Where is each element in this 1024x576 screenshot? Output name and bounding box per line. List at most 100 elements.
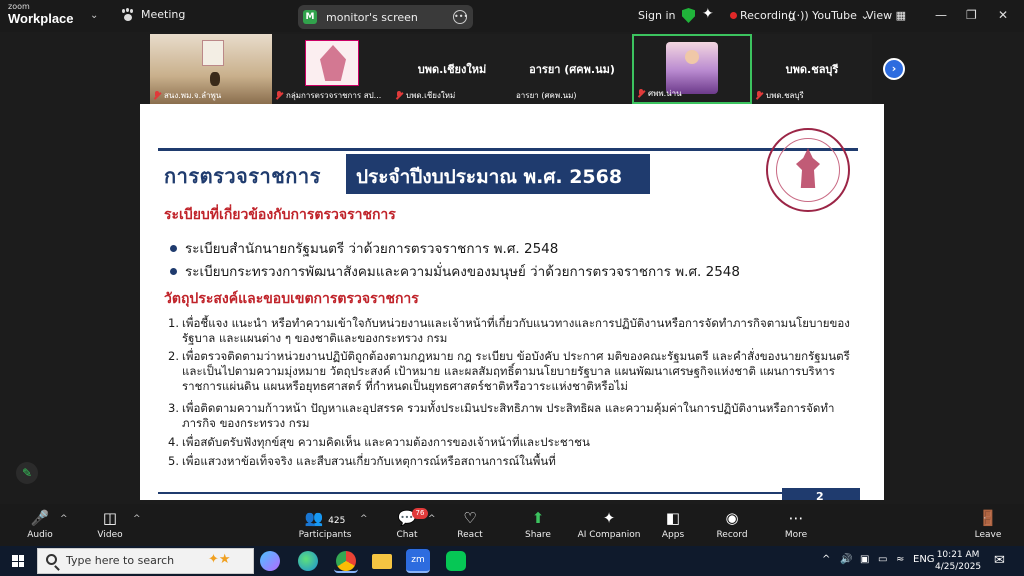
participant-tile[interactable]: อารยา (ศคพ.นม) อารยา (ศคพ.นม) <box>512 34 632 104</box>
chrome-logo <box>336 551 356 571</box>
audio-button[interactable]: 🎤 Audio <box>22 508 58 540</box>
avatar <box>305 40 359 86</box>
record-button[interactable]: ◉ Record <box>714 508 750 540</box>
minimize-icon[interactable]: — <box>935 8 947 22</box>
leave-label: Leave <box>974 530 1002 540</box>
view-label: View <box>866 9 893 22</box>
windows-start-icon[interactable] <box>12 555 24 567</box>
muted-mic-icon <box>396 91 403 100</box>
youtube-livestream-button[interactable]: ((·)) YouTube ⌄ <box>788 9 870 22</box>
security-shield-icon[interactable] <box>682 8 695 23</box>
camera-icon: ◫ <box>102 509 118 527</box>
taskbar-search-input[interactable]: Type here to search ✦★ <box>37 548 254 574</box>
more-button[interactable]: ⋯ More <box>778 508 814 540</box>
participant-name: กลุ่มการตรวจราชการ สป... <box>276 89 381 102</box>
leave-button[interactable]: 🚪 Leave <box>970 508 1006 540</box>
objective-number: 2. <box>168 349 179 363</box>
sign-in-link[interactable]: Sign in <box>638 9 676 22</box>
participant-tile[interactable]: สนง.พม.จ.ลำพูน <box>150 34 272 104</box>
apps-icon: ◧ <box>665 509 681 527</box>
react-button[interactable]: ♡ React <box>452 508 488 540</box>
file-explorer-icon[interactable] <box>370 549 394 573</box>
clock-date: 4/25/2025 <box>935 562 982 572</box>
chevron-down-icon[interactable]: ⌄ <box>90 10 98 21</box>
line-app-icon[interactable] <box>444 549 468 573</box>
participants-icon: 👥 425 <box>304 509 346 527</box>
chat-options-caret[interactable]: ^ <box>428 514 436 524</box>
copilot-icon[interactable] <box>260 551 280 571</box>
annotate-pencil-icon[interactable]: ✎ <box>16 462 38 484</box>
participant-display-name: บพด.ชลบุรี <box>785 63 839 76</box>
input-language[interactable]: ENG <box>913 554 935 565</box>
muted-mic-icon <box>638 89 645 98</box>
poster-image <box>202 40 224 66</box>
participant-name-text: ศพพ.น่าน <box>648 89 682 98</box>
search-icon <box>46 554 57 565</box>
taskbar-clock[interactable]: 10:21 AM 4/25/2025 <box>935 549 981 573</box>
objective-text: เพื่อแสวงหาข้อเท็จจริง และสืบสวนเกี่ยวกั… <box>182 454 556 468</box>
more-icon: ⋯ <box>788 509 804 527</box>
shared-screen-pill[interactable]: M monitor's screen ••• <box>298 5 473 29</box>
meet-now-icon[interactable]: ▣ <box>860 554 869 565</box>
apps-button[interactable]: ◧ Apps <box>656 508 690 540</box>
emblem-icon <box>320 45 346 81</box>
view-button[interactable]: View ▦ <box>866 9 906 22</box>
broadcast-icon: ((·)) <box>788 9 813 22</box>
close-icon[interactable]: ✕ <box>998 8 1008 22</box>
restore-icon[interactable]: ❐ <box>966 8 977 22</box>
participants-options-caret[interactable]: ^ <box>360 514 368 524</box>
objective-number: 3. <box>168 401 179 415</box>
battery-icon[interactable]: ▭ <box>878 554 887 565</box>
video-button[interactable]: ◫ Video <box>92 508 128 540</box>
next-page-button[interactable]: › <box>883 58 905 80</box>
meeting-menu[interactable]: Meeting <box>121 8 185 21</box>
wifi-icon[interactable]: ≈ <box>896 554 904 565</box>
participant-tile[interactable]: บพด.ชลบุรี บพด.ชลบุรี <box>752 34 872 104</box>
more-options-icon[interactable]: ••• <box>453 10 468 24</box>
objective-item: 1. เพื่อชี้แจง แนะนำ หรือทำความเข้าใจกับห… <box>168 316 868 346</box>
video-options-caret[interactable]: ^ <box>133 514 141 524</box>
share-button[interactable]: ⬆ Share <box>520 508 556 540</box>
chrome-icon[interactable] <box>334 549 358 573</box>
participant-display-name: บพด.เชียงใหม่ <box>417 63 487 76</box>
volume-icon[interactable]: 🔊 <box>840 554 852 565</box>
audio-options-caret[interactable]: ^ <box>60 514 68 524</box>
active-speaker-tile[interactable]: ศพพ.น่าน <box>632 34 752 104</box>
notifications-icon[interactable]: ✉ <box>994 553 1005 568</box>
ai-companion-button[interactable]: ✦ AI Companion <box>576 508 642 540</box>
zoom-app-icon[interactable]: zm <box>406 549 430 573</box>
objective-item: 3. เพื่อติดตามความก้าวหน้า ปัญหาและอุปสรร… <box>168 401 868 431</box>
objective-text: เพื่อสดับตรับฟังทุกข์สุข ความคิดเห็น และ… <box>182 435 590 449</box>
title-bar: zoom Workplace ⌄ Meeting M monitor's scr… <box>0 0 1024 32</box>
list-item: ระเบียบกระทรวงการพัฒนาสังคมและความมั่นคง… <box>170 260 740 282</box>
section-regulations-title: ระเบียบที่เกี่ยวข้องกับการตรวจราชการ <box>164 207 396 223</box>
tray-overflow-icon[interactable]: ^ <box>822 554 830 565</box>
list-item-text: ระเบียบกระทรวงการพัฒนาสังคมและความมั่นคง… <box>185 264 740 280</box>
ai-sparkle-icon: ✦ <box>602 509 616 527</box>
ai-companion-label: AI Companion <box>577 530 641 540</box>
participant-tile[interactable]: กลุ่มการตรวจราชการ สป... <box>272 34 392 104</box>
objective-text: เพื่อชี้แจง แนะนำ หรือทำความเข้าใจกับหน่… <box>182 316 850 345</box>
objective-item: 2. เพื่อตรวจติดตามว่าหน่วยงานปฏิบัติถูกต้… <box>168 349 868 394</box>
audio-label: Audio <box>27 530 53 540</box>
muted-mic-icon <box>154 91 161 100</box>
video-label: Video <box>97 530 123 540</box>
zoom-brand: zoom Workplace <box>8 3 74 26</box>
edge-icon[interactable] <box>298 551 318 571</box>
participants-label: Participants <box>298 530 352 540</box>
participant-name: บพด.เชียงใหม่ <box>396 89 455 102</box>
participant-tile[interactable]: บพด.เชียงใหม่ บพด.เชียงใหม่ <box>392 34 512 104</box>
share-label: Share <box>525 530 551 540</box>
apps-label: Apps <box>661 530 685 540</box>
meeting-toolbar: 🎤 Audio ^ ◫ Video ^ 👥 425 Participants ^… <box>0 504 1024 546</box>
participants-button[interactable]: 👥 425 Participants <box>296 508 354 540</box>
meeting-label: Meeting <box>141 8 186 21</box>
participant-gallery: สนง.พม.จ.ลำพูน กลุ่มการตรวจราชการ สป... … <box>150 34 872 104</box>
leave-door-icon: 🚪 <box>978 509 998 527</box>
search-placeholder: Type here to search <box>66 554 175 567</box>
recording-label[interactable]: Recording <box>740 9 795 22</box>
bullet-icon <box>170 244 177 252</box>
ai-sparkle-icon[interactable]: ✦ <box>702 6 714 22</box>
recording-dot-icon <box>730 12 737 19</box>
participant-name: บพด.ชลบุรี <box>756 89 804 102</box>
